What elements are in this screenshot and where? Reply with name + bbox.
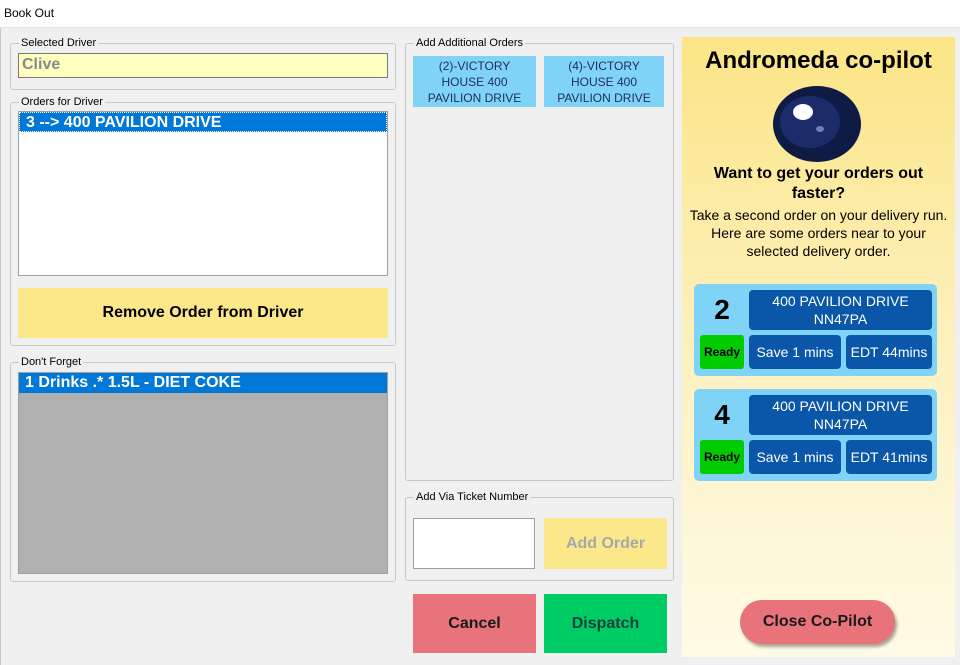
additional-order-tile[interactable]: (2)-VICTORY HOUSE 400 PAVILION DRIVE — [413, 56, 536, 107]
order-address[interactable]: 400 PAVILION DRIVE NN47PA — [749, 290, 932, 330]
tile-line: PAVILION DRIVE — [427, 90, 522, 105]
dont-forget-legend: Don't Forget — [19, 356, 84, 368]
suggested-order-card[interactable]: 4 400 PAVILION DRIVE NN47PA Ready Save 1… — [694, 389, 937, 481]
copilot-panel: Andromeda co-pilot Want to get your orde… — [682, 37, 955, 657]
tile-line: (4)-VICTORY — [568, 58, 640, 73]
cancel-button[interactable]: Cancel — [413, 594, 536, 653]
dispatch-button[interactable]: Dispatch — [544, 594, 667, 653]
suggested-order-card[interactable]: 2 400 PAVILION DRIVE NN47PA Ready Save 1… — [694, 284, 937, 376]
ticket-number-input[interactable] — [413, 518, 535, 569]
order-address[interactable]: 400 PAVILION DRIVE NN47PA — [749, 395, 932, 435]
list-item[interactable]: 3 --> 400 PAVILION DRIVE — [19, 112, 387, 132]
dont-forget-listbox[interactable]: 1 Drinks .* 1.5L - DIET COKE — [18, 372, 388, 574]
copilot-heading: Want to get your orders out faster? — [713, 165, 924, 202]
address-line: 400 PAVILION DRIVE — [772, 398, 909, 414]
close-copilot-button[interactable]: Close Co-Pilot — [740, 600, 895, 644]
add-order-button[interactable]: Add Order — [544, 518, 667, 569]
tile-line: (2)-VICTORY — [438, 58, 511, 73]
selected-driver-field[interactable]: Clive — [18, 53, 388, 78]
additional-orders-legend: Add Additional Orders — [414, 37, 526, 49]
tile-line: PAVILION DRIVE — [557, 90, 651, 105]
time-saving: Save 1 mins — [749, 335, 841, 369]
tile-line: HOUSE 400 — [441, 74, 508, 89]
status-badge: Ready — [700, 440, 744, 474]
orders-for-driver-legend: Orders for Driver — [19, 96, 105, 108]
status-badge: Ready — [700, 335, 744, 369]
remove-order-button[interactable]: Remove Order from Driver — [18, 288, 388, 338]
astronaut-helmet-icon — [773, 86, 861, 162]
ticket-legend: Add Via Ticket Number — [414, 491, 531, 503]
postcode: NN47PA — [813, 311, 868, 327]
order-number: 2 — [714, 294, 730, 325]
window-title: Book Out — [4, 6, 55, 20]
order-number: 4 — [714, 399, 730, 430]
tile-line: HOUSE 400 — [570, 74, 638, 89]
list-item[interactable]: 1 Drinks .* 1.5L - DIET COKE — [19, 373, 387, 393]
window-border — [0, 28, 1, 665]
address-line: 400 PAVILION DRIVE — [772, 293, 909, 309]
additional-order-tile[interactable]: (4)-VICTORY HOUSE 400 PAVILION DRIVE — [544, 56, 664, 107]
title-bar: Book Out — [0, 0, 960, 28]
selected-driver-legend: Selected Driver — [19, 37, 99, 49]
orders-listbox[interactable]: 3 --> 400 PAVILION DRIVE — [18, 111, 388, 276]
postcode: NN47PA — [813, 416, 868, 432]
additional-orders-group: Add Additional Orders — [405, 37, 674, 481]
estimated-delivery-time: EDT 41mins — [846, 440, 932, 474]
time-saving: Save 1 mins — [749, 440, 841, 474]
copilot-title: Andromeda co-pilot — [705, 47, 932, 74]
estimated-delivery-time: EDT 44mins — [846, 335, 932, 369]
copilot-description: Take a second order on your delivery run… — [689, 207, 948, 259]
